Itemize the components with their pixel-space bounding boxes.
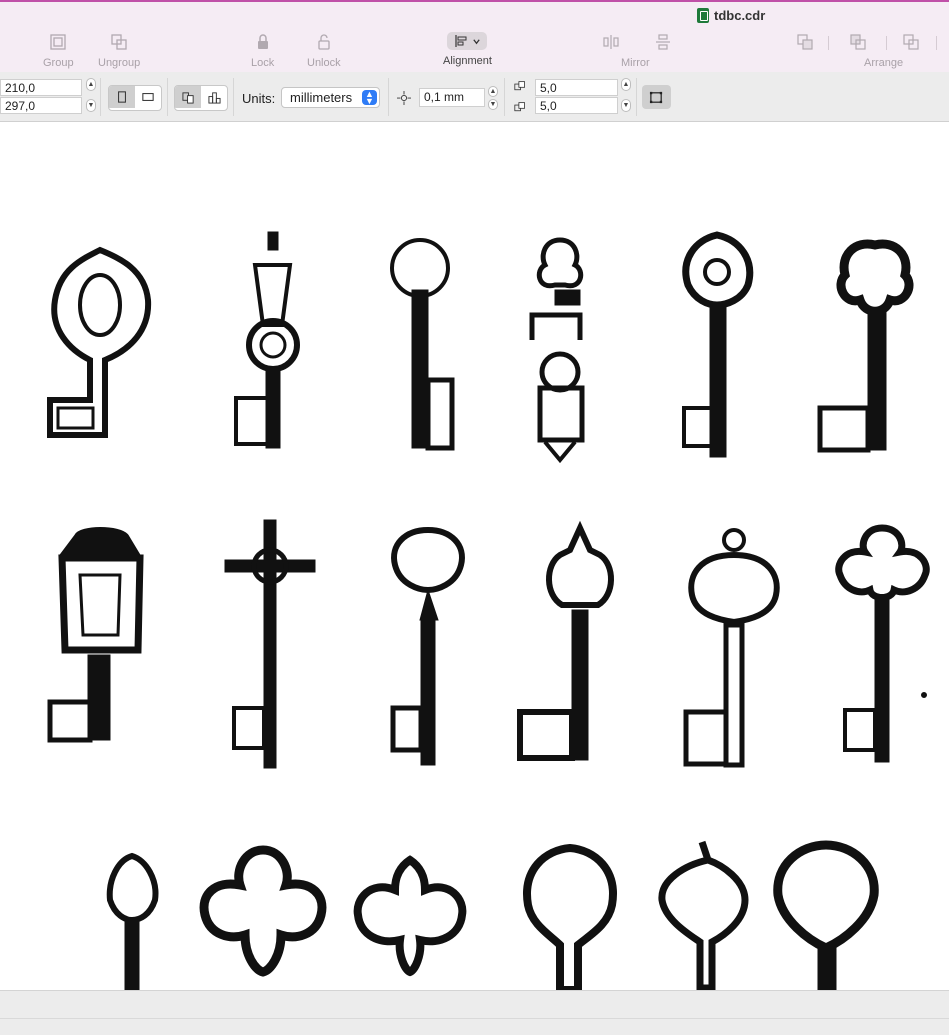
group-button[interactable]: Group xyxy=(43,32,74,69)
divider xyxy=(388,78,389,116)
lattice-key xyxy=(353,855,467,977)
ungroup-icon xyxy=(111,34,127,50)
alignment-button[interactable]: Alignment xyxy=(443,32,492,67)
arrange-divider-3 xyxy=(936,36,937,50)
round-bow-key xyxy=(390,238,455,451)
divider xyxy=(233,78,234,116)
align-left-icon xyxy=(455,35,467,47)
loop-heart-key xyxy=(523,843,617,990)
arrange-button[interactable]: Arrange xyxy=(864,32,903,69)
key-artwork[interactable] xyxy=(0,122,949,990)
divider xyxy=(100,78,101,116)
mirror-button[interactable]: Mirror xyxy=(621,32,650,69)
document-title: tdbc.cdr xyxy=(697,8,765,23)
nudge-stepper[interactable]: ▲ ▼ xyxy=(488,86,498,110)
duplicate-x-icon xyxy=(512,78,528,94)
chevron-down-icon xyxy=(473,38,480,44)
lock-icon xyxy=(257,34,268,49)
divider xyxy=(636,78,637,116)
casket-key xyxy=(47,527,144,743)
duplicate-y-input[interactable]: 5,0 xyxy=(535,97,618,114)
stepper-up-icon[interactable]: ▲ xyxy=(488,86,498,97)
stepper-down-icon[interactable]: ▼ xyxy=(86,99,96,112)
quatrefoil-key xyxy=(199,845,327,977)
current-page-icon xyxy=(207,91,221,104)
landscape-icon xyxy=(142,93,154,101)
unlock-icon xyxy=(318,34,330,50)
heart-crest-key xyxy=(773,840,879,990)
crown-key xyxy=(517,520,614,761)
arrange-label: Arrange xyxy=(864,57,904,69)
divider xyxy=(504,78,505,116)
all-pages-button[interactable] xyxy=(175,86,201,108)
units-value: millimeters xyxy=(290,90,353,105)
scrollwork-key xyxy=(682,231,754,458)
ring-bow-key xyxy=(683,528,780,768)
mirror-vertical-icon xyxy=(656,34,670,50)
mirror-label: Mirror xyxy=(621,57,650,69)
orientation-toggle[interactable] xyxy=(108,85,162,111)
cross-bow-key xyxy=(224,519,316,769)
duplicate-x-input[interactable]: 5,0 xyxy=(535,79,618,96)
landscape-button[interactable] xyxy=(135,86,161,108)
arrange-divider-2 xyxy=(886,36,887,50)
unlock-button[interactable]: Unlock xyxy=(307,32,341,69)
top-toolbar: tdbc.cdr Group Ungroup Lock Unlock Align… xyxy=(0,0,949,72)
units-label: Units: xyxy=(242,91,276,106)
lantern-key xyxy=(234,231,300,449)
stepper-down-icon[interactable]: ▼ xyxy=(621,99,631,112)
nudge-distance-input[interactable]: 0,1 mm xyxy=(419,88,485,107)
stepper-up-icon[interactable]: ▲ xyxy=(86,78,96,91)
duplicate-stepper[interactable]: ▲ ▼ xyxy=(621,78,631,112)
flower-bow-key xyxy=(835,524,930,763)
select-chevron-icon: ▲ ▼ xyxy=(362,90,377,106)
lock-button[interactable]: Lock xyxy=(251,32,274,69)
mirror-horizontal-icon xyxy=(603,35,619,49)
portrait-button[interactable] xyxy=(109,86,135,108)
drawing-canvas[interactable] xyxy=(0,122,949,990)
alignment-label: Alignment xyxy=(443,55,492,67)
stepper-down-icon[interactable]: ▼ xyxy=(488,99,498,110)
ornate-shield-key xyxy=(47,246,152,438)
small-bow-key xyxy=(106,852,159,990)
portrait-icon xyxy=(118,91,126,103)
group-label: Group xyxy=(43,57,74,69)
to-front-icon xyxy=(797,34,813,50)
mirror-vertical-button[interactable] xyxy=(653,32,673,52)
ungroup-button[interactable]: Ungroup xyxy=(98,32,140,69)
page-layout-toggle[interactable] xyxy=(174,85,228,111)
treat-as-filled-icon xyxy=(649,91,663,103)
mirror-horizontal-button[interactable] xyxy=(601,32,621,52)
arrange-divider xyxy=(828,36,829,50)
current-page-button[interactable] xyxy=(201,86,227,108)
unlock-label: Unlock xyxy=(307,57,341,69)
page-height-input[interactable]: 297,0 xyxy=(0,97,82,114)
lock-label: Lock xyxy=(251,57,275,69)
page-size-stepper[interactable]: ▲ ▼ xyxy=(86,78,96,112)
alignment-dropdown[interactable] xyxy=(447,32,488,50)
trefoil-double-key xyxy=(529,237,585,464)
duplicate-y-icon xyxy=(512,99,528,115)
to-back-button[interactable] xyxy=(901,32,921,52)
units-select[interactable]: millimeters ▲ ▼ xyxy=(281,87,380,108)
nudge-icon xyxy=(396,90,412,106)
status-bar xyxy=(0,990,949,1035)
divider xyxy=(167,78,168,116)
all-pages-icon xyxy=(181,91,194,104)
royal-crest-key xyxy=(658,840,749,990)
file-name: tdbc.cdr xyxy=(714,8,766,23)
fan-bow-key xyxy=(390,526,465,766)
cdr-file-icon xyxy=(697,8,709,23)
stepper-up-icon[interactable]: ▲ xyxy=(621,78,631,91)
group-icon xyxy=(50,34,66,50)
ungroup-label: Ungroup xyxy=(98,57,141,69)
cloverleaf-key xyxy=(817,239,914,453)
to-front-button[interactable] xyxy=(795,32,815,52)
to-back-icon xyxy=(903,34,919,50)
page-width-input[interactable]: 210,0 xyxy=(0,79,82,96)
treat-as-filled-button[interactable] xyxy=(642,85,671,109)
